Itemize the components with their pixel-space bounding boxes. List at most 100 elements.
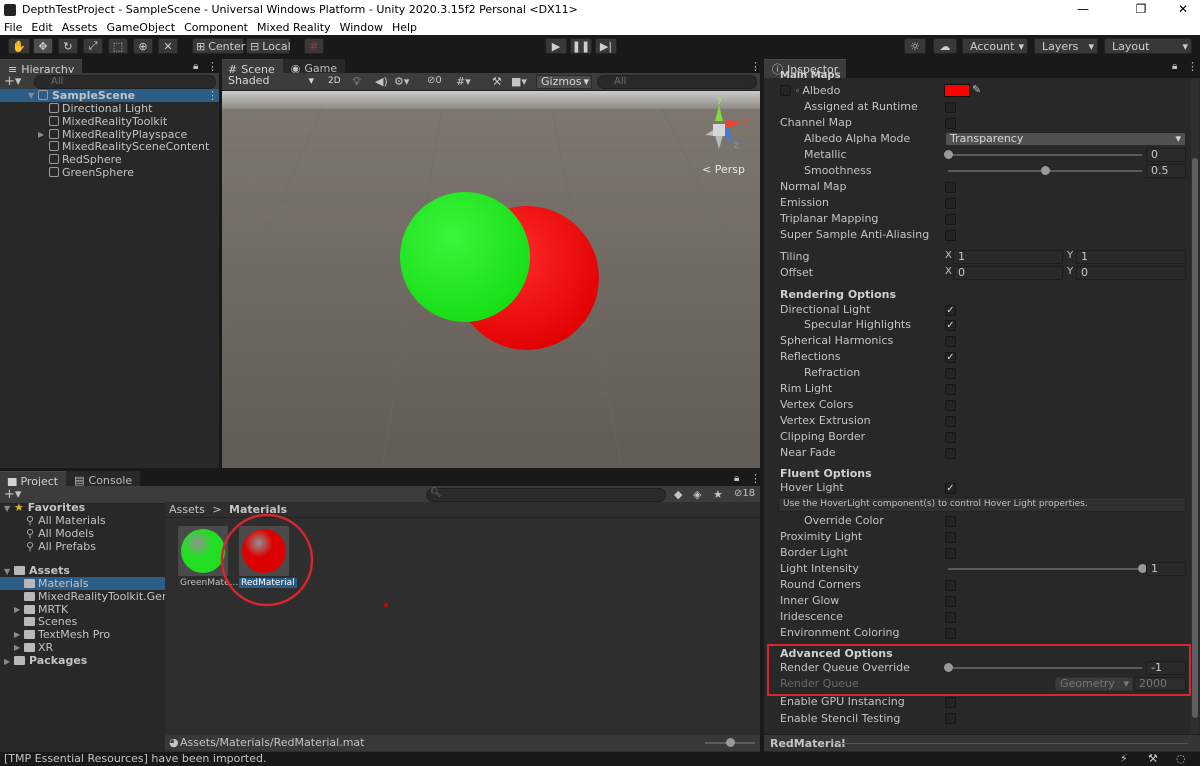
- status-message[interactable]: [TMP Essential Resources] have been impo…: [4, 752, 266, 765]
- reflections-checkbox[interactable]: ✓: [945, 352, 956, 364]
- layout-dropdown[interactable]: Layout ▾: [1104, 38, 1192, 54]
- light-intensity-field[interactable]: 1: [1146, 562, 1186, 576]
- near-fade-checkbox[interactable]: [945, 448, 956, 460]
- breadcrumb-assets[interactable]: Assets: [169, 503, 205, 516]
- hidden-packages-toggle[interactable]: ⊘18: [734, 488, 755, 499]
- menu-item-mixed-reality[interactable]: Mixed Reality: [253, 21, 336, 34]
- normal-map-checkbox[interactable]: [945, 182, 956, 193]
- layers-dropdown[interactable]: Layers ▾: [1034, 38, 1098, 54]
- inspector-scrollbar[interactable]: [1191, 78, 1199, 738]
- albedo-color-swatch[interactable]: [944, 84, 970, 97]
- specular-highlights-checkbox[interactable]: ✓: [945, 320, 956, 332]
- custom-tool-button[interactable]: ✕: [158, 38, 178, 54]
- scene-viewport[interactable]: y x z < Persp: [222, 91, 760, 468]
- tiling-y-field[interactable]: 1: [1076, 250, 1186, 264]
- menu-item-help[interactable]: Help: [388, 21, 422, 34]
- asset-folder-item[interactable]: Scenes: [0, 615, 165, 628]
- asset-folder-item[interactable]: MixedRealityToolkit.Generated: [0, 590, 165, 603]
- hand-tool-button[interactable]: ✋: [8, 38, 30, 54]
- light-intensity-slider[interactable]: [948, 568, 1142, 570]
- menu-item-gameobject[interactable]: GameObject: [103, 21, 181, 34]
- metallic-slider-knob[interactable]: [944, 150, 953, 159]
- grid-snap-button[interactable]: #: [304, 38, 324, 54]
- favorites-row[interactable]: ▼ ★ Favorites: [4, 501, 85, 514]
- chevron-right-icon[interactable]: ▶: [14, 641, 24, 654]
- stencil-testing-checkbox[interactable]: [945, 713, 956, 724]
- menu-item-window[interactable]: Window: [336, 21, 388, 34]
- favorites-item[interactable]: ⚲ All Models: [26, 527, 94, 540]
- tools-toggle-icon[interactable]: ⚒: [492, 75, 502, 88]
- kebab-menu-icon[interactable]: ⋮: [207, 60, 218, 73]
- space-local-button[interactable]: ⊟ Local: [246, 38, 291, 54]
- chevron-right-icon[interactable]: ▶: [14, 628, 24, 641]
- tiling-x-field[interactable]: 1: [953, 250, 1063, 264]
- border-light-checkbox[interactable]: [945, 548, 956, 559]
- lock-icon[interactable]: 🔒︎: [734, 473, 739, 484]
- hierarchy-scene-row[interactable]: ▼ SampleScene ⋮: [0, 89, 219, 102]
- round-corners-checkbox[interactable]: [945, 580, 956, 591]
- persp-label[interactable]: < Persp: [702, 163, 745, 176]
- metallic-slider[interactable]: [948, 154, 1142, 156]
- render-queue-field[interactable]: 2000: [1134, 677, 1186, 691]
- audio-toggle-icon[interactable]: ◀): [375, 75, 388, 88]
- vertex-extrusion-checkbox[interactable]: [945, 416, 956, 428]
- filter-label-icon[interactable]: ◈: [693, 488, 701, 501]
- rect-tool-button[interactable]: ⬚: [108, 38, 128, 54]
- rim-light-checkbox[interactable]: [945, 384, 956, 396]
- offset-x-field[interactable]: 0: [953, 266, 1063, 280]
- kebab-menu-icon[interactable]: ⋮: [1187, 60, 1198, 73]
- favorites-item[interactable]: ⚲ All Prefabs: [26, 540, 96, 553]
- chevron-right-icon[interactable]: ▶: [38, 128, 48, 141]
- spherical-harmonics-checkbox[interactable]: [945, 336, 956, 348]
- channel-map-checkbox[interactable]: [945, 118, 956, 129]
- vertex-colors-checkbox[interactable]: [945, 400, 956, 412]
- super-sample-anti-aliasing-checkbox[interactable]: [945, 230, 956, 241]
- hidden-objects-toggle[interactable]: ⊘0: [427, 75, 442, 86]
- environment-coloring-checkbox[interactable]: [945, 628, 956, 639]
- scene-search-input[interactable]: All: [597, 75, 757, 89]
- 2d-toggle-button[interactable]: 2D: [324, 75, 344, 89]
- add-object-button[interactable]: +▾: [4, 74, 21, 89]
- project-search-input[interactable]: [426, 488, 666, 502]
- scene-kebab-icon[interactable]: ⋮: [207, 89, 218, 102]
- hierarchy-item[interactable]: GreenSphere: [0, 166, 219, 179]
- lighting-toggle-icon[interactable]: 💡︎: [353, 75, 361, 89]
- directional-light-checkbox[interactable]: ✓: [945, 304, 956, 316]
- hierarchy-item[interactable]: Directional Light: [0, 102, 219, 115]
- render-queue-override-slider[interactable]: [948, 667, 1142, 669]
- asset-folder-item[interactable]: ▶ TextMesh Pro: [0, 628, 165, 641]
- packages-row[interactable]: ▶ Packages: [4, 654, 87, 667]
- menu-item-component[interactable]: Component: [180, 21, 253, 34]
- clipping-border-checkbox[interactable]: [945, 432, 956, 444]
- iridescence-checkbox[interactable]: [945, 612, 956, 623]
- render-queue-override-field[interactable]: -1: [1146, 661, 1186, 675]
- account-dropdown[interactable]: Account ▾: [962, 38, 1028, 54]
- metallic-field[interactable]: 0: [1146, 148, 1186, 162]
- play-button[interactable]: ▶: [545, 38, 567, 54]
- gpu-instancing-checkbox[interactable]: [945, 697, 956, 708]
- inspector-preview-bar[interactable]: RedMaterial: [764, 734, 1200, 751]
- hierarchy-item[interactable]: RedSphere: [0, 153, 219, 166]
- collab-button[interactable]: ☼: [904, 38, 926, 54]
- rotate-tool-button[interactable]: ↻: [58, 38, 78, 54]
- effects-toggle-icon[interactable]: ⚙▾: [394, 75, 409, 88]
- offset-y-field[interactable]: 0: [1076, 266, 1186, 280]
- hierarchy-item[interactable]: MixedRealitySceneContent: [0, 140, 219, 153]
- override-color-checkbox[interactable]: [945, 516, 956, 527]
- favorite-star-icon[interactable]: ★: [713, 488, 723, 501]
- hierarchy-item[interactable]: MixedRealityToolkit: [0, 115, 219, 128]
- render-queue-override-knob[interactable]: [944, 663, 953, 672]
- minimize-button[interactable]: —: [1060, 0, 1106, 19]
- emission-checkbox[interactable]: [945, 198, 956, 209]
- hover-light-checkbox[interactable]: ✓: [945, 483, 956, 494]
- green-sphere[interactable]: [400, 192, 530, 322]
- auto-generate-lighting-icon[interactable]: ⚡︎: [1120, 752, 1128, 766]
- chevron-right-icon[interactable]: ▶: [14, 603, 24, 616]
- pause-button[interactable]: ❚❚: [570, 38, 592, 54]
- render-queue-dropdown[interactable]: Geometry ▾: [1055, 677, 1133, 691]
- scene-kebab-menu-icon[interactable]: ⋮: [750, 60, 761, 73]
- step-button[interactable]: ▶|: [595, 38, 617, 54]
- albedo-alpha-mode-dropdown[interactable]: Transparency ▾: [945, 132, 1186, 146]
- asset-folder-item[interactable]: ▶ MRTK: [0, 603, 165, 616]
- asset-folder-item[interactable]: ▶ XR: [0, 641, 165, 654]
